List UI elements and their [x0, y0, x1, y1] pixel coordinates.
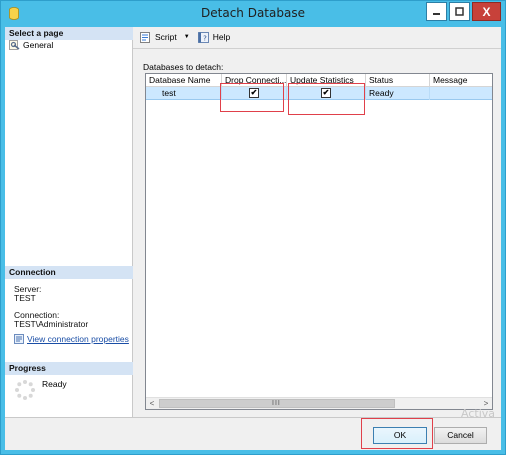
dialog-client-area: Select a page General Connection Server:… [5, 27, 501, 450]
cell-update-statistics: ✔ [287, 87, 366, 100]
progress-spinner-icon [15, 380, 35, 400]
right-pane: Script ▼ ? Help Databases to detach: Dat… [133, 27, 501, 417]
column-header-message[interactable]: Message [430, 74, 492, 87]
toolbar: Script ▼ ? Help [133, 27, 501, 47]
cell-message [430, 87, 492, 100]
scrollbar-thumb[interactable]: III [159, 399, 395, 408]
button-bar: OK Cancel [5, 417, 501, 450]
progress-status: Ready [42, 379, 67, 389]
column-header-database-name[interactable]: Database Name [146, 74, 222, 87]
script-icon [140, 31, 150, 43]
close-button[interactable]: X [472, 2, 501, 21]
databases-grid[interactable]: Database Name Drop Connecti... Update St… [145, 73, 493, 410]
horizontal-scrollbar[interactable]: < III > [146, 397, 492, 409]
close-icon: X [482, 4, 491, 19]
maximize-button[interactable] [449, 2, 470, 21]
drop-connections-checkbox[interactable]: ✔ [249, 88, 259, 98]
properties-icon [14, 334, 24, 344]
cell-drop-connections: ✔ [222, 87, 287, 100]
script-button[interactable]: Script ▼ [138, 29, 196, 45]
svg-text:?: ? [203, 34, 207, 42]
grid-header: Database Name Drop Connecti... Update St… [146, 74, 492, 87]
scroll-left-icon[interactable]: < [146, 398, 158, 409]
detach-database-window: Detach Database X Select a page General … [0, 0, 506, 455]
view-connection-link-label: View connection properties [27, 334, 129, 344]
update-statistics-checkbox[interactable]: ✔ [321, 88, 331, 98]
activation-watermark: Activa [461, 407, 495, 420]
connection-value: TEST\Administrator [14, 319, 89, 329]
minimize-button[interactable] [426, 2, 447, 21]
page-item-label: General [23, 40, 54, 50]
progress-header: Progress [5, 362, 133, 375]
maximize-icon [455, 7, 464, 16]
page-wrench-icon [9, 40, 20, 50]
help-label: Help [212, 32, 231, 42]
minimize-icon [433, 13, 440, 15]
cancel-button[interactable]: Cancel [434, 427, 487, 444]
checkmark-icon: ✔ [250, 88, 258, 97]
title-bar[interactable]: Detach Database X [1, 1, 505, 27]
view-connection-properties-link[interactable]: View connection properties [14, 334, 129, 344]
page-item-general[interactable]: General [9, 39, 53, 51]
databases-to-detach-label: Databases to detach: [143, 62, 224, 72]
ok-button[interactable]: OK [373, 427, 427, 444]
checkmark-icon: ✔ [322, 88, 330, 97]
server-value: TEST [14, 293, 36, 303]
cell-database-name: test [146, 87, 222, 100]
column-header-status[interactable]: Status [366, 74, 430, 87]
column-header-drop-connections[interactable]: Drop Connecti... [222, 74, 287, 87]
help-button[interactable]: ? Help [196, 29, 232, 45]
scrollbar-grip: III [272, 400, 281, 407]
left-pane: Select a page General Connection Server:… [5, 27, 133, 417]
cell-status: Ready [366, 87, 430, 100]
connection-header: Connection [5, 266, 133, 279]
column-header-update-statistics[interactable]: Update Statistics [287, 74, 366, 87]
chevron-down-icon[interactable]: ▼ [184, 34, 190, 40]
script-label: Script [155, 32, 177, 42]
help-book-icon: ? [197, 31, 209, 43]
toolbar-divider [133, 48, 501, 49]
table-row[interactable]: test ✔ ✔ Ready [146, 87, 492, 100]
